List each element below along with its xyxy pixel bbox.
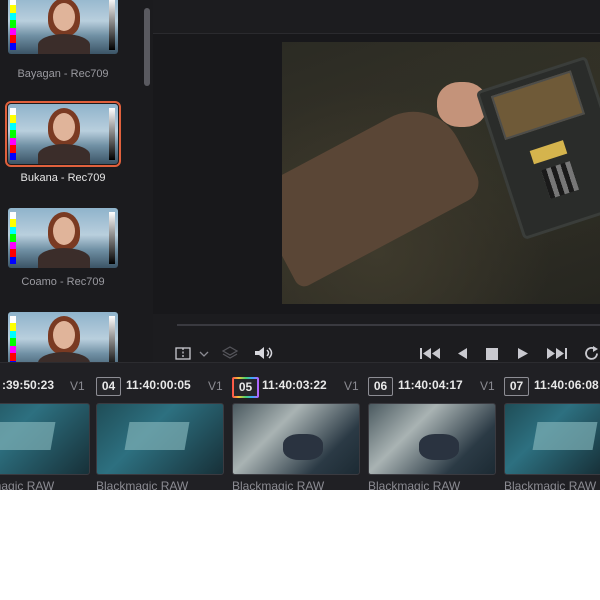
clip-track-label: V1 <box>208 379 223 393</box>
lut-label: Bayagan - Rec709 <box>17 68 109 80</box>
clip-thumbnail[interactable] <box>504 403 600 475</box>
clip-codec-label: Blackmagic RAW <box>96 479 189 490</box>
viewer-panel[interactable] <box>153 34 600 314</box>
step-back-icon[interactable] <box>456 347 468 360</box>
clip-timecode: 11:40:04:17 <box>398 378 463 392</box>
loop-icon[interactable] <box>584 346 600 361</box>
lut-label: Coamo - Rec709 <box>21 276 105 288</box>
clip-thumbnail[interactable] <box>232 403 360 475</box>
clip-track-label: V1 <box>70 379 85 393</box>
clip-timecode: 11:40:03:22 <box>262 378 327 392</box>
stop-icon[interactable] <box>486 348 498 360</box>
viewer-header <box>153 0 600 34</box>
resolve-app-window: Bayagan - Rec709 Bukana - Rec709 Coamo -… <box>0 0 600 490</box>
clip-timecode: 11:40:00:05 <box>126 378 191 392</box>
transport-bar <box>153 314 600 362</box>
lut-label: Bukana - Rec709 <box>20 172 106 184</box>
clip-thumbnail[interactable] <box>96 403 224 475</box>
clip-codec-label: Blackmagic RAW <box>232 479 325 490</box>
device-shape <box>475 55 600 241</box>
chevron-down-icon[interactable] <box>199 350 209 358</box>
clip-number-badge: 07 <box>504 377 529 396</box>
lut-thumbnail <box>8 0 118 54</box>
clip-thumbnail[interactable] <box>0 403 90 475</box>
clip-timeline: :39:50:23 V1 Blackmagic RAW 04 11:40:00:… <box>0 362 600 490</box>
clip-codec-label: Blackmagic RAW <box>504 479 597 490</box>
lut-thumbnail <box>8 208 118 268</box>
clip-number-badge: 06 <box>368 377 393 396</box>
jump-to-end-icon[interactable] <box>546 347 568 360</box>
clip-number-badge: 04 <box>96 377 121 396</box>
clip-number-badge-current: 05 <box>232 377 259 398</box>
jump-to-start-icon[interactable] <box>419 347 441 360</box>
play-icon[interactable] <box>517 347 529 360</box>
clip-codec-label: Blackmagic RAW <box>368 479 461 490</box>
viewer-layout-icon[interactable] <box>175 347 197 361</box>
clip-timecode: 11:40:06:08 <box>534 378 599 392</box>
clip-codec-label: Blackmagic RAW <box>0 479 55 490</box>
volume-icon[interactable] <box>254 346 274 360</box>
clip-track-label: V1 <box>344 379 359 393</box>
clip-thumbnail[interactable] <box>368 403 496 475</box>
clip-track-label: V1 <box>480 379 495 393</box>
viewer-frame-image <box>282 42 600 304</box>
playhead-scrubber[interactable] <box>177 324 600 326</box>
lut-browser-panel: Bayagan - Rec709 Bukana - Rec709 Coamo -… <box>0 0 153 362</box>
clip-timecode: :39:50:23 <box>2 378 55 392</box>
lut-thumbnail <box>8 312 118 362</box>
lut-thumbnail <box>5 101 121 167</box>
lut-scrollbar-thumb[interactable] <box>144 8 150 86</box>
layers-icon[interactable] <box>222 346 238 360</box>
